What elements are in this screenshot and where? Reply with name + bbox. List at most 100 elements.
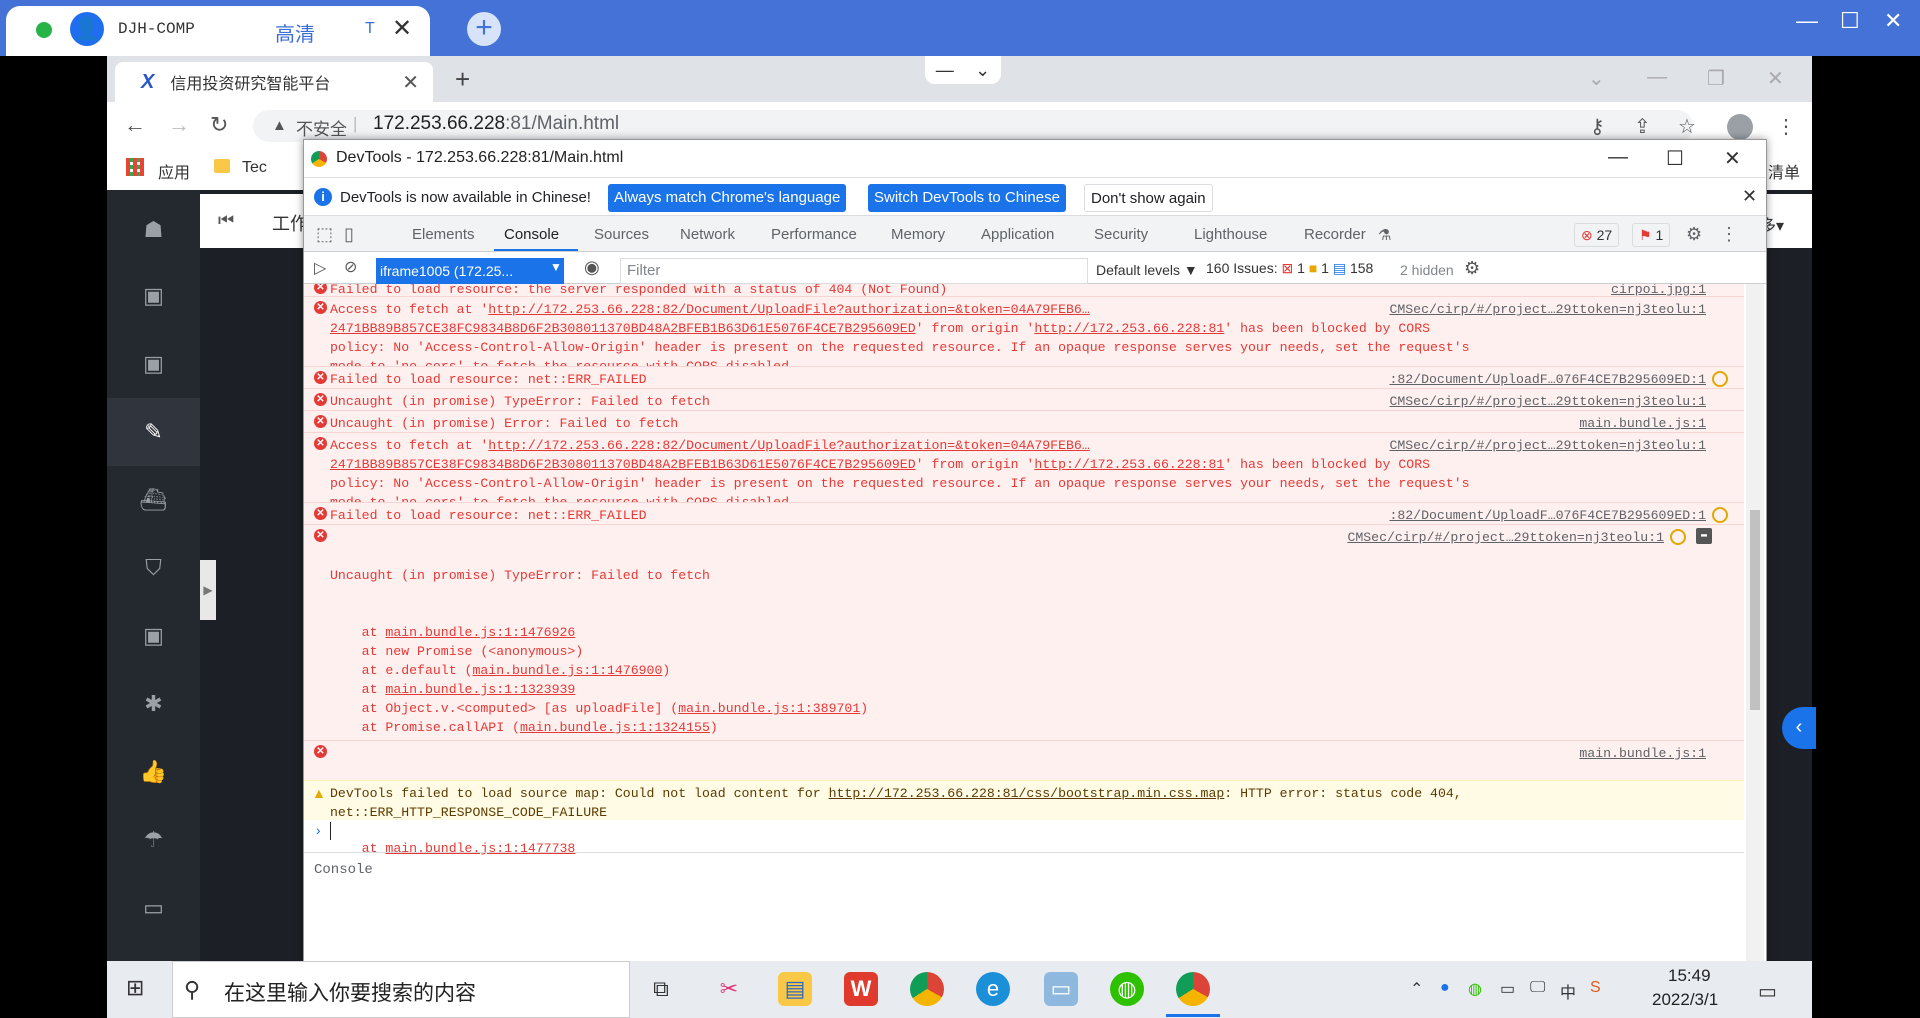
tab-application[interactable]: Application [981,226,1054,243]
remote-toolbar-toggle[interactable]: — ⌄ [925,56,1001,84]
side-nav-money2-icon[interactable]: ▣ [107,330,200,398]
profile-avatar[interactable] [1727,114,1753,140]
chrome-minimize-icon[interactable]: — [1647,66,1667,89]
close-icon[interactable]: ✕ [1884,8,1902,34]
sourcemap-link[interactable]: http://172.253.66.228:81/css/bootstrap.m… [829,786,1225,801]
inspect-element-icon[interactable]: ⬚ [316,224,333,245]
infobar-close-icon[interactable]: ✕ [1742,186,1757,207]
console-input-caret[interactable] [330,822,331,840]
stack-link[interactable]: main.bundle.js:1:1476926 [385,625,575,640]
chrome-taskbar-icon[interactable] [910,972,944,1006]
side-nav-thumb-icon[interactable]: 👍 [107,738,200,806]
mode-indicator[interactable]: T [365,20,375,38]
side-nav-card-icon[interactable]: ▭ [107,874,200,942]
clock-time[interactable]: 15:49 [1668,966,1711,986]
stack-link[interactable]: main.bundle.js:1:1476900 [472,663,662,678]
tab-network[interactable]: Network [680,226,735,243]
settings-gear-icon[interactable]: ⚙ [1686,224,1702,245]
reload-icon[interactable]: ↻ [210,112,228,138]
chrome-restore-icon[interactable]: ❐ [1707,66,1725,91]
more-options-icon[interactable]: ⋮ [1720,224,1738,245]
tab-close-button[interactable]: ✕ [402,70,419,95]
menu-dots-icon[interactable]: ⋮ [1776,114,1796,139]
side-nav-org-icon[interactable]: ⛉ [107,534,200,602]
stack-link[interactable]: main.bundle.js:1:389701 [678,701,860,716]
message-source-link[interactable]: CMSec/cirp/#/project…29ttoken=nj3teolu:1 [1389,392,1706,411]
console-filter-input[interactable]: Filter [620,258,1088,284]
bookmark-list[interactable]: 清单 [1768,159,1800,183]
bookmark-tec[interactable]: Tec [242,159,267,177]
dont-show-button[interactable]: Don't show again [1084,184,1213,212]
issues-counter[interactable]: 160 Issues: ⊠ 1 ■ 1 ▤ 158 [1206,260,1373,277]
browser-tab[interactable]: X 信用投资研究智能平台 ✕ [115,62,433,102]
network-request-icon[interactable] [1712,507,1728,523]
context-selector[interactable]: iframe1005 (172.25... [376,258,564,284]
new-session-button[interactable]: + [467,12,501,46]
devtools-maximize-icon[interactable]: ☐ [1666,146,1684,171]
origin-link[interactable]: http://172.253.66.228:81 [1034,321,1224,336]
quality-button[interactable]: 高清 [275,18,315,47]
tray-battery-icon[interactable]: ▭ [1500,979,1515,999]
tab-sources[interactable]: Sources [594,226,649,243]
bookmark-apps[interactable]: 应用 [158,159,190,183]
tab-lighthouse[interactable]: Lighthouse [1194,226,1267,243]
close-session-button[interactable]: ✕ [392,14,412,43]
tab-search-icon[interactable]: ⌄ [1588,66,1605,91]
message-source-link[interactable]: main.bundle.js:1 [1579,744,1706,763]
devtools-minimize-icon[interactable]: — [1608,146,1628,169]
live-expression-eye-icon[interactable]: ◉ [584,257,600,278]
chrome-close-icon[interactable]: ✕ [1767,66,1784,91]
network-request-icon[interactable] [1712,371,1728,387]
back-icon[interactable]: ← [124,112,146,138]
network-request-icon[interactable] [1670,529,1686,545]
collapse-icon[interactable]: — [936,60,954,81]
chevron-down-icon[interactable]: ⌄ [975,60,990,81]
tab-recorder[interactable]: Recorder [1304,226,1366,243]
tab-performance[interactable]: Performance [771,226,857,243]
key-icon[interactable]: ⚷ [1590,114,1605,139]
wechat-icon[interactable]: ◍ [1110,972,1144,1006]
match-language-button[interactable]: Always match Chrome's language [608,184,847,212]
edge-icon[interactable]: e [976,972,1010,1006]
forward-icon[interactable]: → [168,112,190,138]
side-nav-home-icon[interactable]: ☗ [107,196,200,264]
message-source-link[interactable]: CMSec/cirp/#/project…29ttoken=nj3teolu:1 [1347,528,1664,547]
clear-console-icon[interactable]: ⊘ [344,257,357,277]
tray-sogou-icon[interactable]: S [1590,979,1601,997]
notification-icon[interactable]: ▭ [1758,979,1777,1004]
side-nav-tools-icon[interactable]: ✎ [107,398,200,466]
new-tab-button[interactable]: + [455,64,470,95]
comment-icon[interactable]: ▬ [1696,528,1712,544]
file-explorer-icon[interactable]: ▤ [778,972,812,1006]
side-nav-umbrella-icon[interactable]: ☂ [107,806,200,874]
tab-memory[interactable]: Memory [891,226,945,243]
tab-security[interactable]: Security [1094,226,1148,243]
message-source-link[interactable]: :82/Document/UploadF…076F4CE7B295609ED:1 [1389,506,1706,525]
side-nav-money-icon[interactable]: ▣ [107,262,200,330]
remote-app-icon[interactable]: ▭ [1044,972,1078,1006]
device-toolbar-icon[interactable]: ▯ [344,224,354,245]
stack-link[interactable]: main.bundle.js:1:1324155 [520,720,710,735]
message-source-link[interactable]: :82/Document/UploadF…076F4CE7B295609ED:1 [1389,370,1706,389]
devtools-close-icon[interactable]: ✕ [1724,146,1741,171]
star-icon[interactable]: ☆ [1678,114,1696,139]
security-label[interactable]: 不安全 [296,115,347,140]
wps-icon[interactable]: W [844,972,878,1006]
log-levels-dropdown[interactable]: Default levels ▼ [1096,262,1198,278]
stack-link[interactable]: main.bundle.js:1:1323939 [385,682,575,697]
apps-grid-icon[interactable] [126,158,144,176]
scrollbar-thumb[interactable] [1750,510,1760,710]
tray-app-icon[interactable]: ● [1440,979,1450,997]
message-source-link[interactable]: CMSec/cirp/#/project…29ttoken=nj3teolu:1 [1389,436,1706,455]
float-panel-toggle[interactable]: ‹ [1782,707,1816,749]
taskbar-search-placeholder[interactable]: 在这里输入你要搜索的内容 [224,977,476,1007]
switch-chinese-button[interactable]: Switch DevTools to Chinese [868,184,1066,212]
share-icon[interactable]: ⇪ [1634,114,1651,139]
tab-elements[interactable]: Elements [412,226,475,243]
sidebar-toggle-icon[interactable]: ▷ [314,258,326,278]
maximize-icon[interactable]: ☐ [1840,8,1860,34]
origin-link[interactable]: http://172.253.66.228:81 [1034,457,1224,472]
minimize-icon[interactable]: — [1796,8,1818,34]
side-nav-star-icon[interactable]: ✱ [107,670,200,738]
tray-expand-icon[interactable]: ⌃ [1410,979,1423,999]
